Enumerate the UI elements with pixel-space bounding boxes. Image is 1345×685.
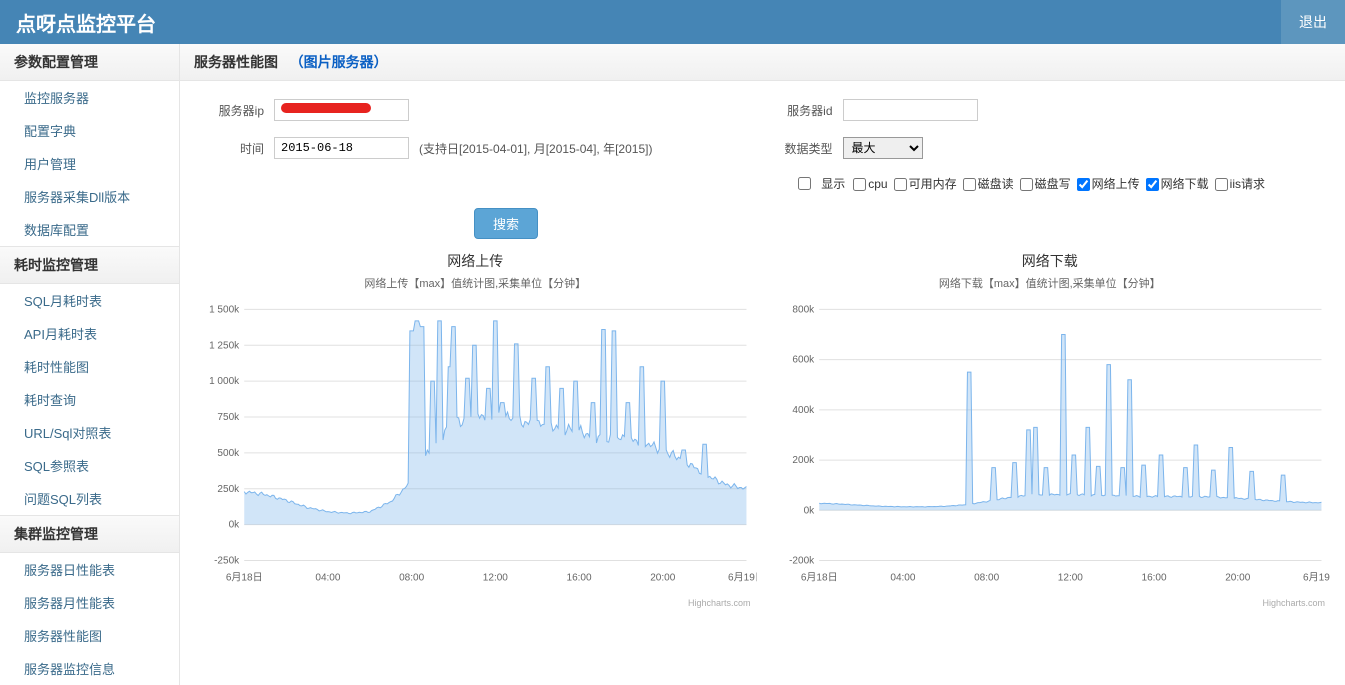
chart-svg: -200k 0k 200k 400k 600k 800k 6月18日 04:00 08:00 12… — [769, 295, 1332, 595]
chart-title: 网络上传 — [194, 251, 757, 271]
server-id-label: 服务器id — [763, 102, 843, 119]
page-title-bar: 服务器性能图 （图片服务器） — [180, 44, 1345, 81]
metric-option[interactable]: 磁盘写 — [1020, 177, 1071, 191]
chart-box: 网络下载 网络下载【max】值统计图,采集单位【分钟】 -200k 0k 200k 4… — [769, 251, 1332, 608]
svg-text:04:00: 04:00 — [890, 573, 916, 584]
sidebar-item[interactable]: 服务器日性能表 — [0, 553, 179, 586]
metric-checkbox[interactable] — [1020, 178, 1033, 191]
sidebar: 参数配置管理监控服务器配置字典用户管理服务器采集Dll版本数据库配置耗时监控管理… — [0, 44, 180, 685]
svg-text:600k: 600k — [792, 355, 815, 366]
svg-text:04:00: 04:00 — [315, 573, 341, 584]
time-label: 时间 — [194, 140, 274, 157]
sidebar-section-head[interactable]: 耗时监控管理 — [0, 246, 179, 284]
sidebar-section-head[interactable]: 集群监控管理 — [0, 515, 179, 553]
chart-credit: Highcharts.com — [769, 598, 1332, 608]
sidebar-item[interactable]: 服务器监控信息 — [0, 652, 179, 685]
sidebar-item[interactable]: 服务器采集Dll版本 — [0, 180, 179, 213]
svg-text:1 000k: 1 000k — [209, 376, 240, 387]
sidebar-item[interactable]: 服务器月性能表 — [0, 586, 179, 619]
svg-text:1 500k: 1 500k — [209, 304, 240, 315]
sidebar-item[interactable]: 数据库配置 — [0, 213, 179, 246]
chart-svg: -250k 0k 250k 500k 750k 1 000k 1 250k 1 500k 6月1… — [194, 295, 757, 595]
sidebar-item[interactable]: SQL参照表 — [0, 449, 179, 482]
metric-checkbox[interactable] — [1077, 178, 1090, 191]
data-type-select[interactable]: 最大 — [843, 137, 923, 159]
metric-checkbox[interactable] — [963, 178, 976, 191]
sidebar-item[interactable]: 耗时性能图 — [0, 350, 179, 383]
page-title: 服务器性能图 — [194, 54, 278, 70]
svg-text:-200k: -200k — [789, 556, 815, 567]
svg-text:12:00: 12:00 — [483, 573, 509, 584]
display-label: 显示 — [821, 175, 845, 192]
time-hint: (支持日[2015-04-01], 月[2015-04], 年[2015]) — [419, 140, 652, 157]
data-type-label: 数据类型 — [763, 140, 843, 157]
header: 点呀点监控平台 退出 — [0, 0, 1345, 44]
chart-subtitle: 网络下载【max】值统计图,采集单位【分钟】 — [769, 275, 1332, 291]
server-ip-value-redacted — [281, 103, 371, 113]
svg-text:6月18日: 6月18日 — [226, 572, 263, 584]
sidebar-item[interactable]: 服务器性能图 — [0, 619, 179, 652]
metric-checkbox[interactable] — [853, 178, 866, 191]
sidebar-section-head[interactable]: 参数配置管理 — [0, 44, 179, 81]
sidebar-item[interactable]: 用户管理 — [0, 147, 179, 180]
metric-checkbox[interactable] — [1215, 178, 1228, 191]
metric-option[interactable]: 可用内存 — [894, 177, 957, 191]
chart-credit: Highcharts.com — [194, 598, 757, 608]
svg-text:16:00: 16:00 — [1141, 573, 1167, 584]
svg-text:0k: 0k — [803, 505, 815, 516]
svg-text:20:00: 20:00 — [650, 573, 676, 584]
chart-subtitle: 网络上传【max】值统计图,采集单位【分钟】 — [194, 275, 757, 291]
svg-text:500k: 500k — [217, 448, 240, 459]
metric-option[interactable]: 磁盘读 — [963, 177, 1014, 191]
app-title: 点呀点监控平台 — [16, 8, 156, 37]
time-input[interactable] — [274, 137, 409, 159]
metric-option[interactable]: 网络上传 — [1077, 177, 1140, 191]
sidebar-item[interactable]: SQL月耗时表 — [0, 284, 179, 317]
metric-option[interactable]: cpu — [853, 177, 887, 191]
svg-text:200k: 200k — [792, 455, 815, 466]
sidebar-item[interactable]: API月耗时表 — [0, 317, 179, 350]
svg-text:12:00: 12:00 — [1057, 573, 1083, 584]
show-checkbox-top[interactable] — [798, 177, 811, 190]
sidebar-item[interactable]: URL/Sql对照表 — [0, 416, 179, 449]
svg-text:0k: 0k — [229, 520, 241, 531]
sidebar-item[interactable]: 监控服务器 — [0, 81, 179, 114]
page-subtitle: （图片服务器） — [290, 54, 388, 70]
svg-text:750k: 750k — [217, 412, 240, 423]
svg-text:08:00: 08:00 — [399, 573, 425, 584]
svg-text:16:00: 16:00 — [566, 573, 592, 584]
svg-text:20:00: 20:00 — [1225, 573, 1251, 584]
main-content: 服务器性能图 （图片服务器） 服务器ip 时间 (支持日[2015-04-01]… — [180, 44, 1345, 685]
search-button[interactable]: 搜索 — [474, 208, 538, 239]
svg-text:6月18日: 6月18日 — [800, 572, 837, 584]
metric-option[interactable]: 网络下载 — [1146, 177, 1209, 191]
svg-text:400k: 400k — [792, 405, 815, 416]
svg-text:1 250k: 1 250k — [209, 340, 240, 351]
svg-text:250k: 250k — [217, 484, 240, 495]
sidebar-item[interactable]: 问题SQL列表 — [0, 482, 179, 515]
metric-option[interactable]: iis请求 — [1215, 177, 1265, 191]
server-id-input[interactable] — [843, 99, 978, 121]
svg-text:-250k: -250k — [214, 556, 240, 567]
chart-title: 网络下载 — [769, 251, 1332, 271]
sidebar-item[interactable]: 配置字典 — [0, 114, 179, 147]
sidebar-item[interactable]: 耗时查询 — [0, 383, 179, 416]
metric-checkbox[interactable] — [894, 178, 907, 191]
svg-text:08:00: 08:00 — [974, 573, 1000, 584]
server-ip-label: 服务器ip — [194, 102, 274, 119]
svg-text:6月19日: 6月19日 — [728, 572, 756, 584]
metric-checkbox[interactable] — [1146, 178, 1159, 191]
chart-box: 网络上传 网络上传【max】值统计图,采集单位【分钟】 -250k 0k 250k 5… — [194, 251, 757, 608]
svg-text:800k: 800k — [792, 304, 815, 315]
metrics-row: 显示 cpu 可用内存磁盘读磁盘写网络上传网络下载 iis请求 — [194, 175, 1331, 192]
logout-button[interactable]: 退出 — [1281, 0, 1345, 46]
svg-text:6月19日: 6月19日 — [1303, 572, 1331, 584]
